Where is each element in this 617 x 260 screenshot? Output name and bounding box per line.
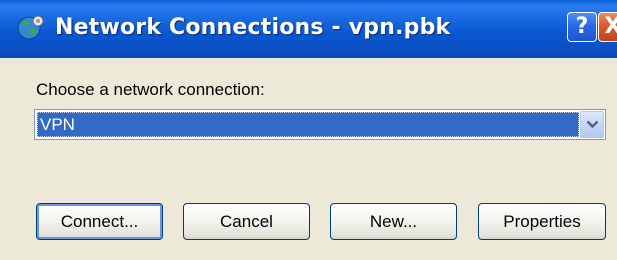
- network-connections-dialog: Network Connections - vpn.pbk ? X Choose…: [0, 0, 617, 260]
- title-bar[interactable]: Network Connections - vpn.pbk ? X: [0, 0, 617, 58]
- connection-select[interactable]: VPN: [34, 109, 606, 140]
- help-button[interactable]: ?: [567, 12, 597, 42]
- network-globe-icon: [16, 13, 46, 43]
- chevron-down-icon: [586, 120, 599, 129]
- connect-button[interactable]: Connect...: [36, 203, 163, 240]
- connection-select-value[interactable]: VPN: [37, 112, 579, 137]
- close-button[interactable]: X: [598, 12, 617, 42]
- dropdown-arrow-button[interactable]: [580, 111, 604, 138]
- choose-connection-label: Choose a network connection:: [36, 80, 265, 99]
- cancel-button[interactable]: Cancel: [183, 203, 310, 240]
- new-button[interactable]: New...: [330, 203, 457, 240]
- window-title: Network Connections - vpn.pbk: [55, 15, 451, 40]
- properties-button[interactable]: Properties: [478, 203, 606, 240]
